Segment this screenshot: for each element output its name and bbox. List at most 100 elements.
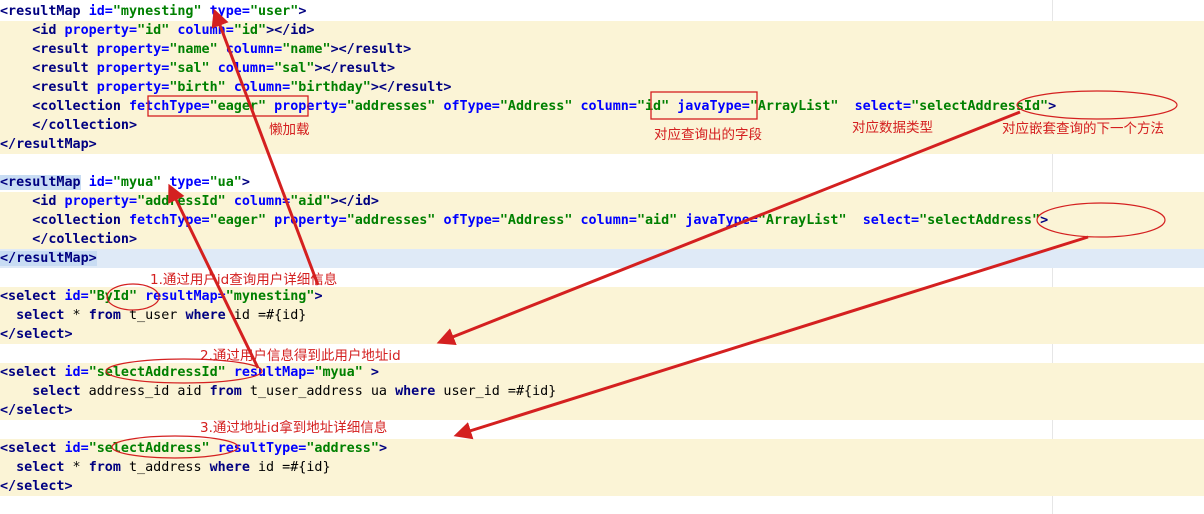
code-token: <id bbox=[32, 194, 65, 209]
code-token: "myua" bbox=[314, 365, 363, 380]
code-token: </collection> bbox=[32, 118, 138, 133]
line-highlight bbox=[0, 249, 1204, 268]
code-line[interactable]: <result property="birth" column="birthda… bbox=[0, 78, 452, 97]
code-token: "id" bbox=[636, 99, 670, 114]
code-token: javaType= bbox=[677, 99, 750, 114]
code-token: type= bbox=[169, 175, 210, 190]
code-token: property= bbox=[274, 99, 347, 114]
code-line[interactable]: </collection> bbox=[0, 230, 137, 249]
code-token: ></id> bbox=[266, 23, 315, 38]
code-token: <resultMap bbox=[0, 175, 81, 190]
code-token: address_id aid bbox=[80, 384, 210, 399]
code-line[interactable]: select * from t_address where id =#{id} bbox=[0, 458, 331, 477]
code-token: </collection> bbox=[32, 232, 138, 247]
code-token: property= bbox=[96, 61, 170, 76]
code-token: fetchType= bbox=[129, 99, 210, 114]
code-line[interactable]: </collection> bbox=[0, 116, 137, 135]
code-token: <collection bbox=[32, 213, 129, 228]
next-method-note: 对应嵌套查询的下一个方法 bbox=[1002, 121, 1164, 137]
code-token: * bbox=[64, 308, 89, 323]
code-token: "mynesting" bbox=[225, 289, 315, 304]
line-highlight bbox=[0, 325, 1204, 344]
code-token: t_user_address ua bbox=[241, 384, 396, 399]
code-line[interactable]: <result property="sal" column="sal"></re… bbox=[0, 59, 395, 78]
code-token: "ArrayList" bbox=[749, 99, 839, 114]
line-highlight bbox=[0, 230, 1204, 249]
code-line[interactable]: <select id="selectAddress" resultType="a… bbox=[0, 439, 387, 458]
code-token: "mynesting" bbox=[112, 4, 202, 19]
code-line[interactable]: </select> bbox=[0, 477, 73, 496]
code-token: column= bbox=[225, 42, 283, 57]
code-token: id =#{id} bbox=[249, 460, 331, 475]
code-token: "selectAddress" bbox=[88, 441, 210, 456]
line-highlight bbox=[0, 135, 1204, 154]
code-token: "eager" bbox=[209, 213, 267, 228]
code-token: "ById" bbox=[88, 289, 138, 304]
code-token: select bbox=[32, 384, 81, 399]
code-line[interactable]: <result property="name" column="name"></… bbox=[0, 40, 411, 59]
code-token: "myua" bbox=[112, 175, 162, 190]
code-token: resultMap= bbox=[145, 289, 226, 304]
code-token: "sal" bbox=[169, 61, 210, 76]
code-line[interactable]: <id property="id" column="id"></id> bbox=[0, 21, 314, 40]
code-token: column= bbox=[177, 23, 234, 38]
line-highlight bbox=[0, 401, 1204, 420]
code-token: "Address" bbox=[499, 99, 573, 114]
code-line[interactable]: <resultMap id="mynesting" type="user"> bbox=[0, 2, 306, 21]
code-token: id= bbox=[88, 4, 113, 19]
code-line[interactable]: <collection fetchType="eager" property="… bbox=[0, 97, 1056, 116]
code-token: "birthday" bbox=[290, 80, 371, 95]
code-token: id= bbox=[88, 175, 113, 190]
code-token: <select bbox=[0, 441, 65, 456]
code-token: "birth" bbox=[169, 80, 226, 95]
code-line[interactable]: <resultMap id="myua" type="ua"> bbox=[0, 173, 250, 192]
code-line[interactable]: </select> bbox=[0, 401, 73, 420]
code-token: "ArrayList" bbox=[757, 213, 847, 228]
code-token: "addresses" bbox=[346, 99, 436, 114]
code-token: </resultMap> bbox=[0, 251, 97, 266]
code-token: column= bbox=[217, 61, 275, 76]
code-token: "selectAddress" bbox=[919, 213, 1041, 228]
code-line[interactable]: select address_id aid from t_user_addres… bbox=[0, 382, 556, 401]
code-token: ></result> bbox=[370, 80, 452, 95]
code-token: where bbox=[395, 384, 436, 399]
mapped-type-note: 对应数据类型 bbox=[852, 120, 933, 136]
code-token: <result bbox=[32, 80, 97, 95]
code-token: property= bbox=[96, 80, 170, 95]
code-token: fetchType= bbox=[129, 213, 210, 228]
code-line[interactable]: <collection fetchType="eager" property="… bbox=[0, 211, 1048, 230]
mapped-column-note: 对应查询出的字段 bbox=[654, 127, 762, 143]
code-token: > bbox=[298, 4, 307, 19]
code-line[interactable]: </select> bbox=[0, 325, 73, 344]
code-line[interactable]: </resultMap> bbox=[0, 249, 97, 268]
code-line[interactable]: <select id="ById" resultMap="mynesting"> bbox=[0, 287, 323, 306]
code-line[interactable]: <select id="selectAddressId" resultMap="… bbox=[0, 363, 379, 382]
code-token: ></result> bbox=[314, 61, 396, 76]
code-token: resultType= bbox=[217, 441, 307, 456]
code-token: t_address bbox=[120, 460, 210, 475]
code-line[interactable]: select * from t_user where id =#{id} bbox=[0, 306, 306, 325]
code-line[interactable]: <id property="addressId" column="aid"></… bbox=[0, 192, 379, 211]
code-token: select= bbox=[854, 99, 912, 114]
code-token: ofType= bbox=[443, 99, 500, 114]
code-editor[interactable]: <resultMap id="mynesting" type="user"> <… bbox=[0, 0, 1204, 514]
code-line[interactable]: </resultMap> bbox=[0, 135, 97, 154]
code-token: property= bbox=[96, 42, 170, 57]
code-token: select bbox=[16, 460, 65, 475]
code-token: "eager" bbox=[209, 99, 267, 114]
code-token: property= bbox=[64, 23, 138, 38]
